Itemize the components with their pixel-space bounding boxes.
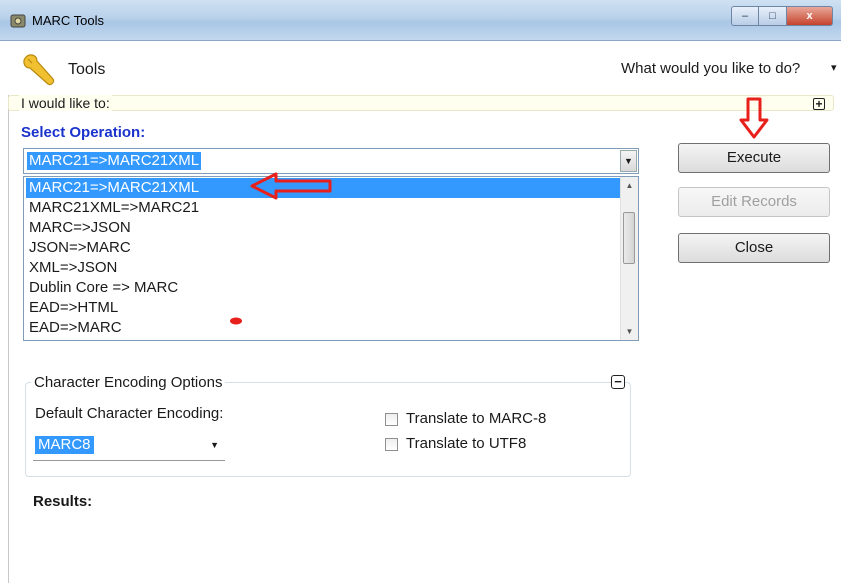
results-label: Results: — [33, 493, 93, 510]
scrollbar-thumb[interactable] — [623, 212, 635, 264]
tools-label[interactable]: Tools — [68, 61, 105, 79]
list-item[interactable]: EAD=>HTML — [26, 298, 620, 318]
collapse-icon[interactable]: − — [611, 375, 625, 389]
select-operation-label: Select Operation: — [21, 124, 146, 141]
maximize-button[interactable]: □ — [759, 6, 787, 26]
default-encoding-label: Default Character Encoding: — [35, 405, 224, 422]
title-bar: MARC Tools – □ x — [0, 0, 841, 41]
execute-button[interactable]: Execute — [678, 143, 830, 173]
edit-records-button[interactable]: Edit Records — [678, 187, 830, 217]
list-item[interactable]: EAD=>MARC — [26, 318, 620, 338]
encoding-options-title: Character Encoding Options — [31, 374, 226, 391]
list-item[interactable]: Dublin Core => MARC — [26, 278, 620, 298]
translate-marc8-label[interactable]: Translate to MARC-8 — [406, 410, 546, 427]
left-arrow-annotation-icon — [250, 172, 332, 200]
encoding-options-group — [25, 382, 631, 477]
list-item[interactable]: MARC21XML=>MARC21 — [26, 198, 620, 218]
close-window-button[interactable]: x — [787, 6, 833, 26]
toolbar: Tools What would you like to do? ▾ — [0, 41, 841, 95]
would-like-bar: I would like to: — [8, 95, 834, 111]
list-item[interactable]: MARC=>JSON — [26, 218, 620, 238]
would-like-label: I would like to: — [19, 95, 112, 111]
what-would-you-like-menu[interactable]: What would you like to do? — [621, 60, 800, 77]
translate-utf8-label[interactable]: Translate to UTF8 — [406, 435, 526, 452]
scroll-down-icon[interactable]: ▼ — [621, 323, 638, 340]
minimize-button[interactable]: – — [731, 6, 759, 26]
app-icon — [10, 14, 26, 28]
dropdown-scrollbar[interactable]: ▲ ▼ — [620, 177, 638, 340]
scroll-up-icon[interactable]: ▲ — [621, 177, 638, 194]
translate-marc8-checkbox[interactable] — [385, 413, 398, 426]
close-button[interactable]: Close — [678, 233, 830, 263]
default-encoding-select[interactable]: MARC8 ▼ — [33, 432, 225, 461]
down-arrow-annotation-icon — [739, 97, 769, 139]
panel-border — [8, 95, 9, 583]
wrench-icon — [23, 54, 55, 86]
encoding-selected-value[interactable]: MARC8 — [35, 436, 94, 454]
chevron-down-icon[interactable]: ▼ — [620, 150, 637, 172]
list-item[interactable]: XML=>JSON — [26, 258, 620, 278]
chevron-down-icon[interactable]: ▼ — [210, 440, 219, 450]
operation-selected-value[interactable]: MARC21=>MARC21XML — [27, 152, 202, 170]
window-title: MARC Tools — [32, 13, 105, 28]
chevron-down-icon[interactable]: ▾ — [831, 61, 837, 74]
list-item[interactable]: JSON=>MARC — [26, 238, 620, 258]
translate-utf8-checkbox[interactable] — [385, 438, 398, 451]
red-dot-annotation-icon — [230, 317, 242, 325]
expand-icon[interactable]: + — [813, 98, 825, 110]
